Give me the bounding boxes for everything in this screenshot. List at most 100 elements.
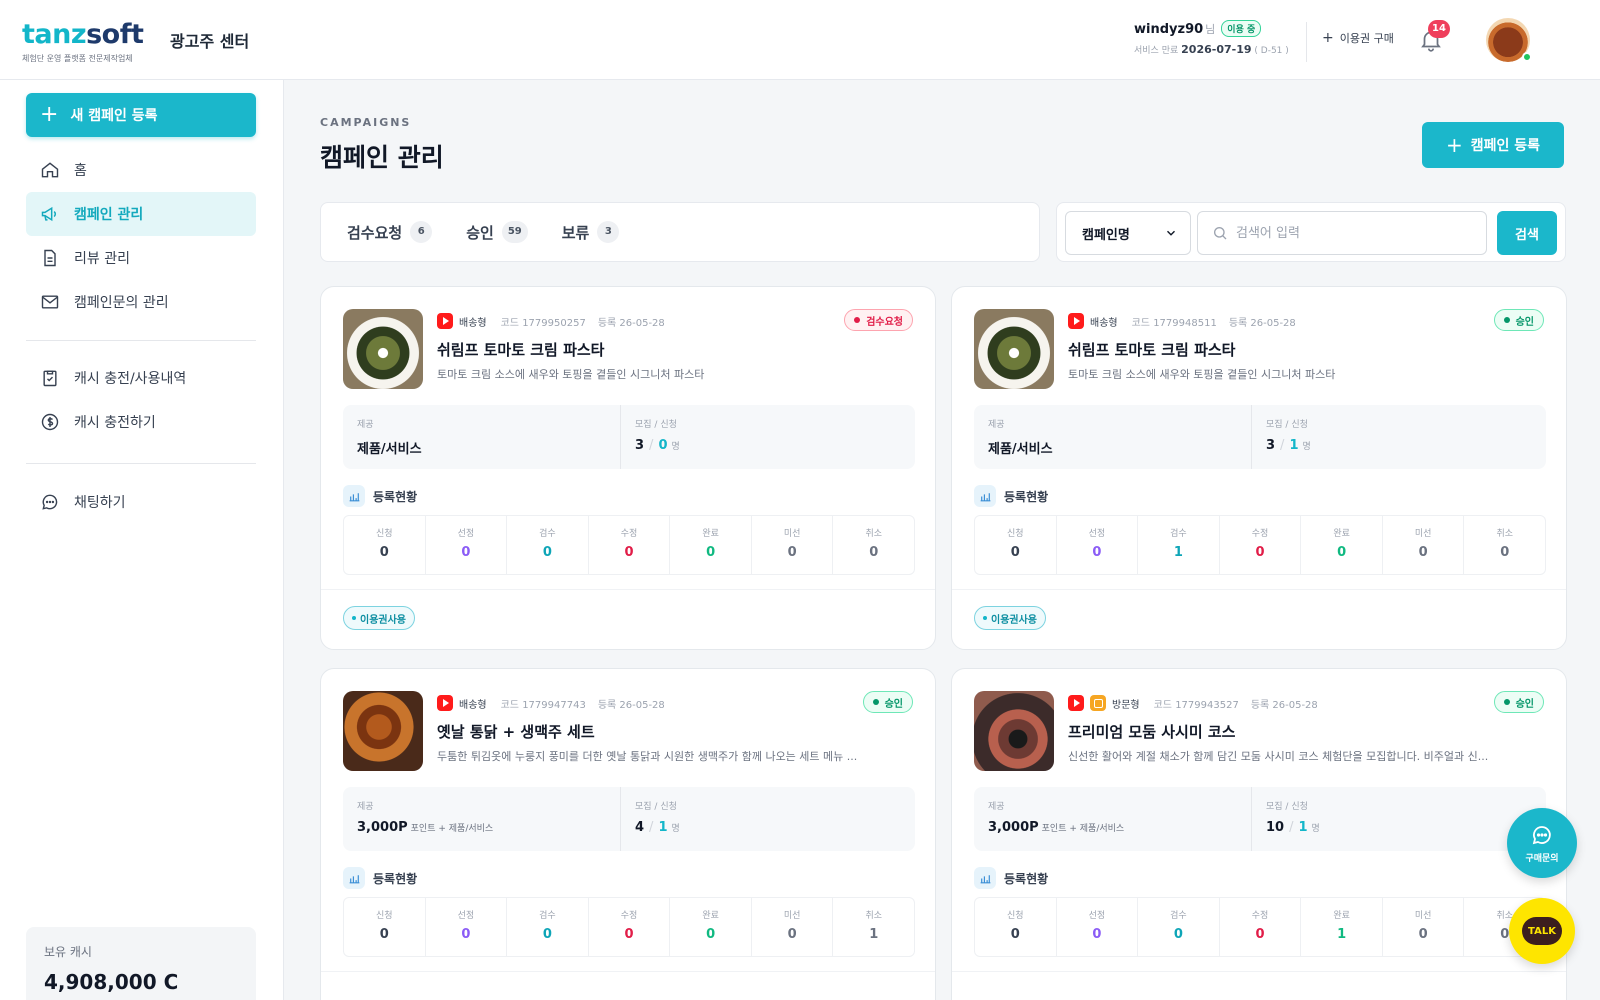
stat-value: 0: [542, 927, 552, 942]
user-name: windyz90: [1134, 22, 1204, 37]
stat-label: 취소: [1496, 529, 1514, 539]
stat-cell: 검수 0: [507, 898, 589, 956]
sidebar-item-home[interactable]: 홈: [26, 148, 256, 192]
tab-review-request[interactable]: 검수요청 6: [347, 221, 433, 243]
campaign-card[interactable]: 배송형 코드 1779950257 등록 26-05-28 검수요청 쉬림프 토마토 크…: [320, 286, 936, 650]
stat-label: 미선: [783, 911, 801, 921]
stat-value: 1: [869, 927, 879, 942]
stat-cell: 신청 0: [975, 898, 1057, 956]
applied-count: 0: [658, 438, 668, 453]
talk-icon: TALK: [1522, 917, 1562, 945]
applied-count: 1: [658, 820, 668, 835]
recruit-count: 4: [635, 820, 645, 835]
stat-value: 0: [1092, 545, 1102, 560]
stat-cell: 취소 0: [833, 516, 914, 574]
logo-tagline: 체험단 운영 플랫폼 전문제작업체: [22, 54, 133, 63]
search-input[interactable]: [1236, 225, 1476, 241]
instagram-icon: [1090, 695, 1106, 711]
tab-count: 3: [597, 221, 620, 243]
stat-cell: 취소 0: [1464, 516, 1545, 574]
sidebar-item-reviews[interactable]: 리뷰 관리: [26, 236, 256, 280]
bar-chart-icon: [343, 485, 365, 507]
campaign-date: 등록 26-05-28: [1250, 699, 1318, 711]
tab-on-hold[interactable]: 보류 3: [562, 221, 620, 243]
mail-icon: [41, 295, 59, 309]
stat-label: 검수: [1170, 529, 1187, 539]
stat-value: 0: [1418, 545, 1428, 560]
stat-label: 신청: [1007, 529, 1024, 539]
stat-cell: 신청 0: [975, 516, 1057, 574]
stat-label: 선정: [1088, 529, 1106, 539]
dollar-icon: [41, 413, 59, 431]
logo[interactable]: tanzsoft: [22, 20, 144, 50]
sidebar-item-cash-charge[interactable]: 캐시 충전하기: [26, 400, 256, 444]
campaign-title[interactable]: 옛날 통닭 + 생맥주 세트: [437, 721, 595, 742]
stat-cell: 취소 1: [833, 898, 914, 956]
sidebar-item-campaigns[interactable]: 캠페인 관리: [26, 192, 256, 236]
campaign-card[interactable]: 방문형 코드 1779943527 등록 26-05-28 승인 프리미엄 모둠 사시미…: [951, 668, 1567, 1000]
campaign-title[interactable]: 프리미엄 모둠 사시미 코스: [1068, 721, 1235, 742]
campaign-code: 코드 1779947743: [500, 699, 586, 711]
plus-icon: +: [1322, 30, 1334, 46]
stat-cell: 선정 0: [426, 516, 508, 574]
stat-value: 0: [869, 545, 879, 560]
service-expiry: 서비스 만료 2026-07-19 ( D-51 ): [1134, 43, 1289, 56]
stat-label: 선정: [457, 911, 475, 921]
kakao-talk-button[interactable]: TALK: [1509, 898, 1575, 964]
stat-value: 0: [1500, 545, 1510, 560]
campaign-date: 등록 26-05-28: [1228, 317, 1296, 329]
search-button[interactable]: 검색: [1497, 211, 1557, 255]
stat-value: 0: [1092, 927, 1102, 942]
campaign-title[interactable]: 쉬림프 토마토 크림 파스타: [1068, 339, 1235, 360]
stat-cell: 검수 0: [1138, 898, 1220, 956]
page-title: 캠페인 관리: [320, 143, 444, 172]
sidebar-item-cash-history[interactable]: 캐시 충전/사용내역: [26, 356, 256, 400]
card-footer: [952, 971, 1566, 1000]
sidebar-item-inquiries[interactable]: 캠페인문의 관리: [26, 280, 256, 324]
register-campaign-button[interactable]: + 캠페인 등록: [1422, 122, 1564, 168]
stat-label: 수정: [1251, 529, 1269, 539]
campaign-card[interactable]: 배송형 코드 1779947743 등록 26-05-28 승인 옛날 통닭 + 생맥주…: [320, 668, 936, 1000]
stat-label: 신청: [376, 911, 393, 921]
stat-value: 0: [706, 545, 716, 560]
youtube-icon: [1068, 695, 1084, 711]
campaign-type: 배송형: [459, 699, 487, 711]
youtube-icon: [1068, 313, 1084, 329]
document-icon: [44, 249, 56, 267]
stat-cell: 완료 1: [1301, 898, 1383, 956]
header-divider: [1306, 22, 1307, 62]
sidebar-item-chat[interactable]: 채팅하기: [26, 480, 256, 524]
sidebar-divider: [26, 463, 256, 464]
stat-label: 신청: [376, 529, 393, 539]
campaign-thumbnail: [343, 691, 423, 771]
tab-approved[interactable]: 승인 59: [466, 221, 528, 243]
stat-cell: 수정 0: [589, 898, 671, 956]
campaign-description: 두툼한 튀김옷에 누룽지 풍미를 더한 옛날 통닭과 시원한 생맥주가 함께 나…: [437, 750, 858, 763]
status-badge: 승인: [1493, 309, 1544, 331]
campaign-title[interactable]: 쉬림프 토마토 크림 파스타: [437, 339, 604, 360]
user-info: windyz90 님 이용 중 서비스 만료 2026-07-19 ( D-51 ): [1134, 20, 1294, 56]
stat-label: 선정: [1088, 911, 1106, 921]
purchase-inquiry-button[interactable]: 구매문의: [1507, 808, 1577, 878]
user-status-badge: 이용 중: [1221, 20, 1262, 37]
new-campaign-button[interactable]: + 새 캠페인 등록: [26, 93, 256, 137]
provide-value: 3,000P: [357, 820, 408, 835]
provide-value: 제품/서비스: [988, 442, 1053, 457]
campaign-code: 코드 1779950257: [500, 317, 586, 329]
cash-balance-label: 보유 캐시: [44, 945, 92, 959]
stat-label: 취소: [865, 911, 883, 921]
campaign-card[interactable]: 배송형 코드 1779948511 등록 26-05-28 승인쉬림프 토마토 크림 …: [951, 286, 1567, 650]
buy-pass-button[interactable]: + 이용권 구매: [1322, 30, 1394, 46]
recruit-count: 3: [635, 438, 645, 453]
stat-label: 수정: [620, 529, 638, 539]
status-badge: 승인: [862, 691, 913, 713]
recruit-label: 모집 / 신청: [1266, 420, 1308, 430]
campaign-meta: 배송형 코드 1779947743 등록 26-05-28: [437, 695, 665, 711]
campaign-meta: 배송형 코드 1779948511 등록 26-05-28: [1068, 313, 1296, 329]
sidebar-divider: [26, 340, 256, 341]
cash-balance-card: 보유 캐시 4,908,000 C: [26, 927, 256, 1000]
search-filter-select[interactable]: 캠페인명: [1065, 211, 1191, 255]
campaign-info-box: 제공 3,000P 포인트 + 제품/서비스 모집 / 신청 4/1 명: [343, 787, 915, 851]
recruit-count: 10: [1266, 820, 1285, 835]
recruit-label: 모집 / 신청: [635, 802, 677, 812]
